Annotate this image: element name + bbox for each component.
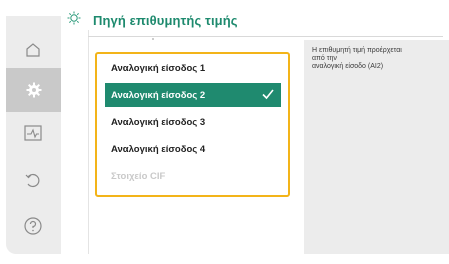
scroll-indicator (152, 38, 154, 40)
option-label: Αναλογική είσοδος 2 (111, 89, 206, 101)
gear-icon (26, 82, 41, 98)
header-divider (88, 36, 443, 37)
option-label: Αναλογική είσοδος 3 (111, 116, 206, 128)
sidebar (6, 16, 61, 254)
option-label: Αναλογική είσοδος 4 (111, 143, 206, 155)
divider (88, 30, 89, 254)
home-icon (26, 43, 40, 57)
undo-icon (25, 173, 40, 188)
info-text: Η επιθυμητή τιμή προέρχεται από την αναλ… (312, 47, 402, 70)
nav-help-button[interactable] (17, 212, 49, 240)
option-label: Στοιχείο CIF (111, 170, 166, 182)
option-analog-input-3[interactable]: Αναλογική είσοδος 3 (105, 110, 281, 134)
question-icon (24, 217, 42, 235)
nav-diagnostics-button[interactable] (17, 119, 49, 147)
checkmark-icon (262, 89, 274, 100)
nav-settings-button[interactable] (6, 68, 61, 112)
nav-home-button[interactable] (17, 36, 49, 64)
option-cif-module: Στοιχείο CIF (105, 164, 281, 188)
option-label: Αναλογική είσοδος 1 (111, 62, 206, 74)
info-panel (304, 40, 449, 254)
pulse-monitor-icon (24, 125, 42, 141)
nav-restore-button[interactable] (17, 166, 49, 194)
gear-icon (67, 11, 81, 25)
option-analog-input-1[interactable]: Αναλογική είσοδος 1 (105, 56, 281, 80)
page-title: Πηγή επιθυμητής τιμής (93, 13, 238, 28)
option-analog-input-4[interactable]: Αναλογική είσοδος 4 (105, 137, 281, 161)
screen: Πηγή επιθυμητής τιμής Αναλογική είσοδος … (0, 0, 449, 264)
option-list: Αναλογική είσοδος 1 Αναλογική είσοδος 2 … (95, 52, 290, 197)
option-analog-input-2[interactable]: Αναλογική είσοδος 2 (105, 83, 281, 107)
